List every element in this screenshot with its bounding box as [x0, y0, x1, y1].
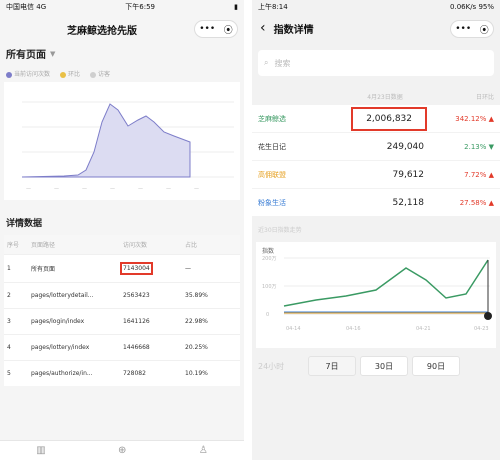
range-tab-7d[interactable]: 7日	[308, 356, 356, 376]
left-screen: 中国电信 4G 下午6:59 ▮ 芝麻鲸选抢先版 ••• ⦿ 所有页面 ▼ 当前…	[0, 0, 244, 460]
table-row[interactable]: 2 pages/lotterydetail... 2563423 35.89%	[4, 282, 240, 309]
svg-text:—: —	[110, 186, 115, 192]
table-row[interactable]: 3 pages/login/index 1641126 22.98%	[4, 308, 240, 335]
index-row[interactable]: 粉象生活 52,118 27.58% ▲	[252, 189, 500, 217]
user-icon[interactable]: ♙	[199, 445, 208, 456]
range-tab-90d[interactable]: 90日	[412, 356, 460, 376]
svg-text:—: —	[82, 186, 87, 192]
svg-text:—: —	[54, 186, 59, 192]
x-tick: 04-21	[416, 326, 431, 332]
carrier: 中国电信	[6, 3, 34, 11]
clock: 下午6:59	[125, 3, 155, 11]
range-tab-30d[interactable]: 30日	[360, 356, 408, 376]
record-icon[interactable]: ⦿	[480, 23, 489, 36]
trend-note: 近30日指数走势	[258, 227, 302, 234]
page-filter[interactable]: 所有页面 ▼	[0, 42, 244, 65]
right-screen: 上午8:14 0.06K/s 95% ‹ 指数详情 ••• ⦿ ⌕ 搜索 4月2…	[252, 0, 500, 460]
visits-chart: — — — — — — —	[4, 82, 240, 200]
column-header: 序号	[4, 235, 28, 255]
visits-chart-svg: — — — — — — —	[21, 101, 234, 192]
more-icon[interactable]: •••	[455, 24, 471, 34]
index-row[interactable]: 花生日记 249,040 2.13% ▼	[252, 133, 500, 161]
back-icon[interactable]: ‹	[260, 21, 266, 35]
highlighted-total-visits: 7143004	[120, 262, 153, 275]
range-tab-24h[interactable]: 24小时	[258, 361, 304, 372]
chart-cursor[interactable]	[484, 312, 492, 320]
series-line	[283, 259, 489, 307]
net-speed: 0.06K/s	[450, 3, 477, 11]
network: 4G	[36, 3, 47, 11]
nav-bar: ‹ 指数详情 ••• ⦿	[252, 14, 500, 42]
y-tick: 100万	[262, 284, 277, 290]
battery-icon: ▮	[234, 3, 238, 11]
legend-item[interactable]: 访客	[90, 69, 110, 78]
page-filter-label: 所有页面	[6, 50, 46, 61]
highlighted-index-value: 2,006,832	[351, 106, 427, 131]
x-tick: 04-23	[474, 326, 489, 332]
record-icon[interactable]: ⦿	[224, 23, 233, 36]
column-header: 访问次数	[120, 235, 182, 255]
range-selector: 24小时 7日 30日 90日	[252, 348, 500, 384]
nav-bar: 芝麻鲸选抢先版 ••• ⦿	[0, 14, 244, 42]
pages-table: 序号 页面路径 访问次数 占比 1 所有页面 7143004 — 2 pages…	[4, 235, 240, 386]
page-title: 指数详情	[273, 24, 314, 36]
svg-text:—: —	[166, 186, 171, 192]
more-icon[interactable]: •••	[199, 24, 215, 34]
miniapp-capsule[interactable]: ••• ⦿	[450, 20, 494, 38]
index-row[interactable]: 芝麻鲸选 2,006,832 342.12% ▲	[252, 105, 500, 133]
plus-circle-icon[interactable]: ⊕	[118, 445, 126, 456]
x-tick: 04-14	[286, 326, 301, 332]
battery-level: 95%	[478, 3, 494, 11]
y-tick: 200万	[262, 256, 277, 262]
index-table-header: 4月23日数据 日环比	[367, 94, 494, 101]
index-trend-chart: 指数 200万 100万 0 04-14 04-16 04-21 04-23	[256, 242, 496, 348]
legend-item[interactable]: 当前访问次数	[6, 69, 50, 78]
svg-text:—: —	[194, 186, 199, 192]
search-input[interactable]: ⌕ 搜索	[258, 50, 494, 76]
x-tick: 04-16	[346, 326, 361, 332]
y-tick: 0	[266, 312, 269, 318]
table-row[interactable]: 4 pages/lottery/index 1446668 20.25%	[4, 334, 240, 361]
index-trend-svg: 200万 100万 0 04-14 04-16 04-21 04-23	[262, 256, 492, 332]
svg-text:—: —	[138, 186, 143, 192]
chevron-down-icon: ▼	[50, 49, 56, 58]
clock: 上午8:14	[258, 3, 288, 11]
detail-title: 详情数据	[6, 219, 43, 229]
table-row[interactable]: 5 pages/authorize/in... 728082 10.19%	[4, 360, 240, 386]
bar-chart-icon[interactable]: ▥	[36, 445, 45, 456]
visits-area	[21, 103, 191, 178]
column-header: 占比	[182, 235, 240, 255]
legend-item[interactable]: 环比	[60, 69, 80, 78]
status-bar: 上午8:14 0.06K/s 95%	[252, 0, 500, 14]
index-row[interactable]: 高佣联盟 79,612 7.72% ▲	[252, 161, 500, 189]
miniapp-capsule[interactable]: ••• ⦿	[194, 20, 238, 38]
table-row[interactable]: 1 所有页面 7143004 —	[4, 254, 240, 283]
svg-text:—: —	[26, 186, 31, 192]
search-icon: ⌕	[264, 58, 269, 67]
chart-legend: 当前访问次数 环比 访客	[0, 65, 244, 82]
status-bar: 中国电信 4G 下午6:59 ▮	[0, 0, 244, 14]
column-header: 页面路径	[28, 235, 120, 255]
bottom-tab-bar: ▥ ⊕ ♙	[0, 440, 244, 460]
page-title: 芝麻鲸选抢先版	[67, 25, 137, 37]
search-placeholder: 搜索	[274, 58, 291, 68]
